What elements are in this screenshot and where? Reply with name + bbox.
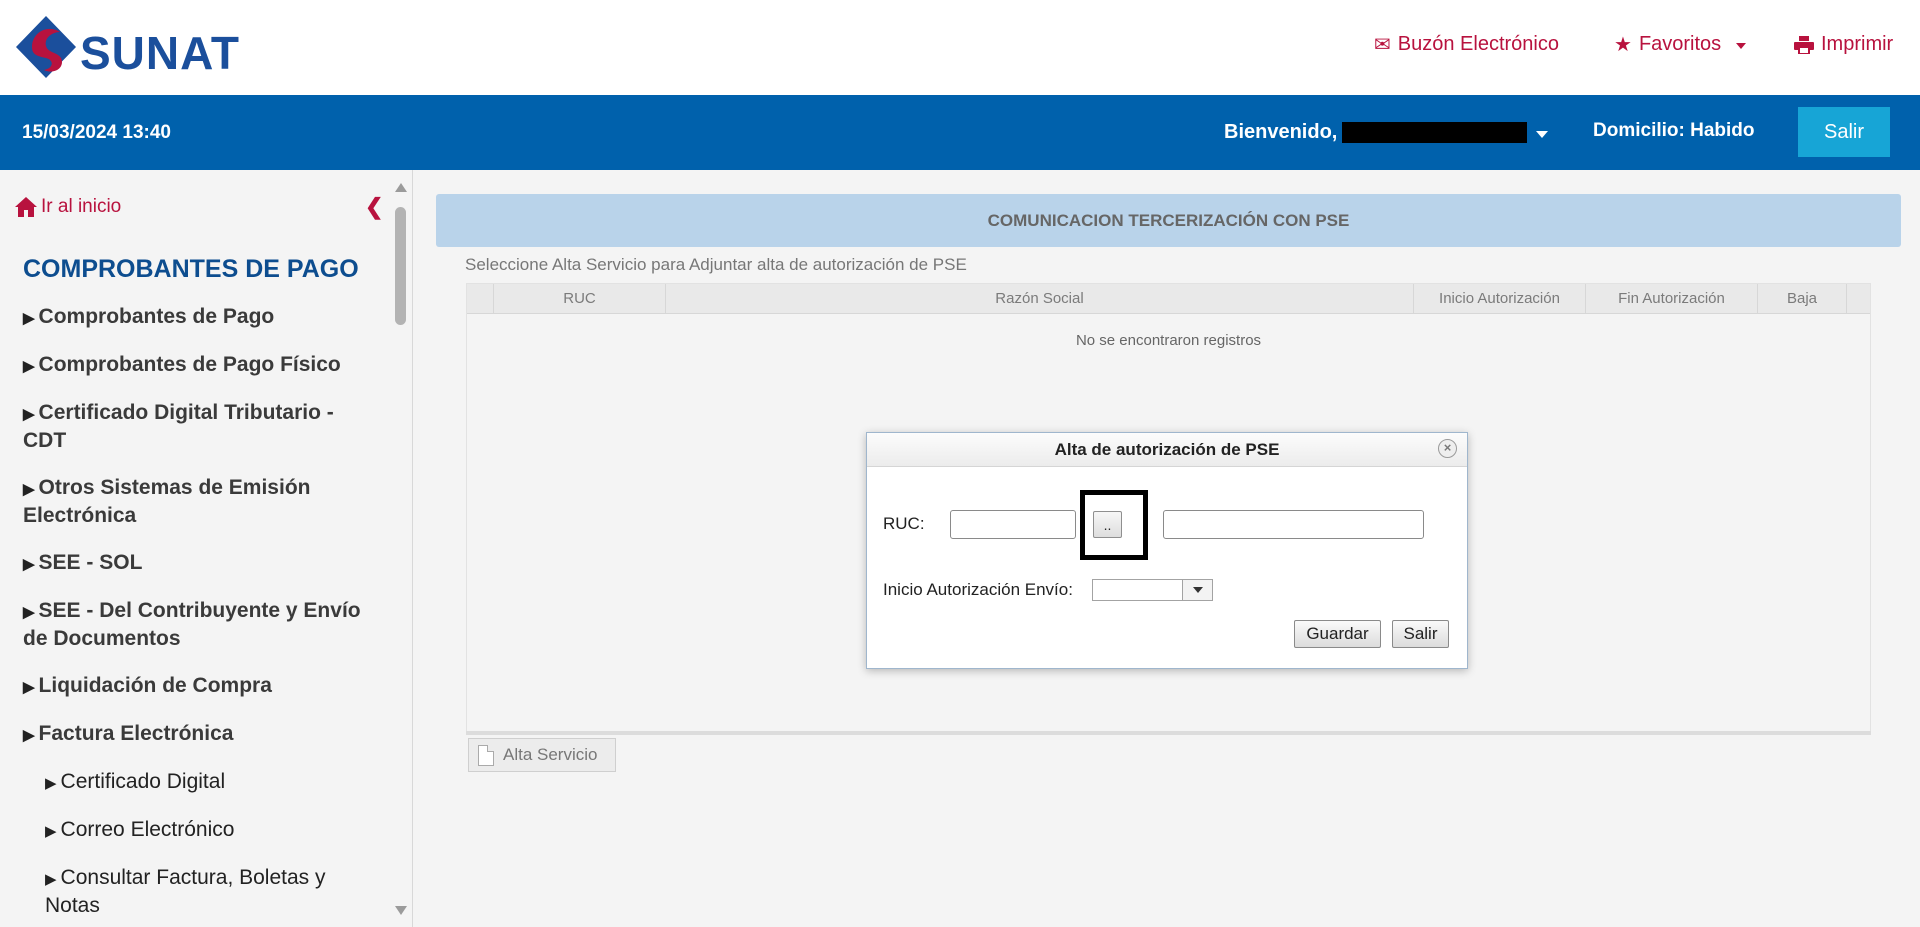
sidebar-item-label: Liquidación de Compra xyxy=(38,674,272,697)
column-header-razon-social[interactable]: Razón Social xyxy=(665,284,1413,314)
triangle-right-icon: ▶ xyxy=(23,481,35,498)
close-icon[interactable]: × xyxy=(1438,439,1457,458)
buzon-label: Buzón Electrónico xyxy=(1397,33,1559,55)
sidebar-item-label: Comprobantes de Pago xyxy=(38,305,275,328)
page-title: COMUNICACION TERCERIZACIÓN CON PSE xyxy=(436,194,1901,247)
sidebar-subitem-label: Certificado Digital xyxy=(60,770,226,793)
sidebar-item-comprobantes-de-pago[interactable]: ▶ Comprobantes de Pago xyxy=(23,304,373,332)
scroll-down-arrow-icon[interactable] xyxy=(395,906,407,915)
home-link[interactable]: Ir al inicio xyxy=(15,196,121,218)
sidebar-subitem-correo-electronico[interactable]: ▶ Correo Electrónico xyxy=(45,817,390,845)
sidebar-scrollbar[interactable] xyxy=(390,170,412,927)
inicio-autorizacion-label: Inicio Autorización Envío: xyxy=(883,580,1073,599)
user-menu-chevron-icon[interactable] xyxy=(1536,131,1548,138)
triangle-right-icon: ▶ xyxy=(45,823,57,840)
sidebar-item-label: Factura Electrónica xyxy=(38,722,234,745)
buzon-electronico-link[interactable]: ✉ Buzón Electrónico xyxy=(1374,33,1559,56)
column-header-baja[interactable]: Baja xyxy=(1757,284,1847,314)
sunat-logo[interactable]: SUNAT xyxy=(14,14,264,80)
sidebar-item-liquidacion-compra[interactable]: ▶ Liquidación de Compra xyxy=(23,673,373,701)
top-header: SUNAT ✉ Buzón Electrónico ★ Favoritos Im… xyxy=(0,0,1920,95)
column-header-fin[interactable]: Fin Autorización xyxy=(1585,284,1757,314)
alta-servicio-label: Alta Servicio xyxy=(503,745,598,764)
triangle-right-icon: ▶ xyxy=(23,358,35,375)
domicilio-status: Domicilio: Habido xyxy=(1593,120,1755,141)
highlight-box xyxy=(1080,490,1148,560)
welcome-label: Bienvenido, xyxy=(1224,121,1338,143)
sunat-logo-icon xyxy=(16,16,76,78)
sidebar-item-label: SEE - SOL xyxy=(38,551,143,574)
sidebar-item-cdt[interactable]: ▶ Certificado Digital Tributario - CDT xyxy=(23,400,373,454)
scroll-up-arrow-icon[interactable] xyxy=(395,183,407,192)
sidebar-subitem-label: Consultar Factura, Boletas y Notas xyxy=(45,866,326,917)
guardar-button[interactable]: Guardar xyxy=(1294,620,1381,648)
sidebar: Ir al inicio ❮ COMPROBANTES DE PAGO ▶ Com… xyxy=(0,170,390,927)
sidebar-subitem-consultar-factura[interactable]: ▶ Consultar Factura, Boletas y Notas xyxy=(45,865,375,919)
alta-servicio-button[interactable]: Alta Servicio xyxy=(468,738,616,772)
favoritos-label: Favoritos xyxy=(1638,33,1722,55)
alta-autorizacion-dialog: Alta de autorización de PSE × RUC: .. In… xyxy=(866,432,1468,669)
column-header-ruc[interactable]: RUC xyxy=(493,284,665,314)
triangle-right-icon: ▶ xyxy=(23,679,35,696)
scroll-thumb[interactable] xyxy=(395,207,406,325)
star-icon: ★ xyxy=(1614,33,1632,56)
instruction-text: Seleccione Alta Servicio para Adjuntar a… xyxy=(465,255,967,274)
printer-icon xyxy=(1794,35,1814,54)
user-bar: 15/03/2024 13:40 Bienvenido, Domicilio: … xyxy=(0,95,1920,170)
user-name-redacted xyxy=(1342,122,1527,143)
table-header: RUC Razón Social Inicio Autorización Fin… xyxy=(467,284,1870,314)
sidebar-divider xyxy=(412,170,413,927)
triangle-right-icon: ▶ xyxy=(23,727,35,744)
ruc-label: RUC: xyxy=(883,514,925,533)
sidebar-item-label: SEE - Del Contribuyente y Envío de Docum… xyxy=(23,599,361,650)
inicio-autorizacion-select[interactable] xyxy=(1092,579,1213,601)
dialog-salir-button[interactable]: Salir xyxy=(1392,620,1449,648)
favoritos-dropdown[interactable]: ★ Favoritos xyxy=(1614,33,1747,56)
sidebar-item-label: Otros Sistemas de Emisión Electrónica xyxy=(23,476,311,527)
triangle-right-icon: ▶ xyxy=(23,310,35,327)
chevron-left-icon[interactable]: ❮ xyxy=(365,194,383,220)
home-label: Ir al inicio xyxy=(41,196,122,217)
sidebar-item-factura-electronica[interactable]: ▶ Factura Electrónica xyxy=(23,721,373,749)
envelope-icon: ✉ xyxy=(1374,33,1391,56)
logo-text: SUNAT xyxy=(80,27,241,79)
sidebar-subitem-label: Correo Electrónico xyxy=(60,818,235,841)
table-footer-bar xyxy=(466,731,1871,735)
sidebar-item-see-sol[interactable]: ▶ SEE - SOL xyxy=(23,550,373,578)
sidebar-item-otros-sistemas[interactable]: ▶ Otros Sistemas de Emisión Electrónica xyxy=(23,475,373,529)
triangle-right-icon: ▶ xyxy=(23,604,35,621)
chevron-down-icon[interactable] xyxy=(1182,580,1212,600)
column-header-inicio[interactable]: Inicio Autorización xyxy=(1413,284,1585,314)
document-icon xyxy=(478,744,494,766)
home-icon xyxy=(15,197,37,217)
imprimir-link[interactable]: Imprimir xyxy=(1794,33,1893,56)
triangle-right-icon: ▶ xyxy=(45,871,57,888)
section-title: COMPROBANTES DE PAGO xyxy=(23,255,359,283)
ruc-input[interactable] xyxy=(950,510,1076,539)
razon-social-input[interactable] xyxy=(1163,510,1424,539)
triangle-right-icon: ▶ xyxy=(45,775,57,792)
sidebar-item-see-contribuyente[interactable]: ▶ SEE - Del Contribuyente y Envío de Docu… xyxy=(23,598,373,652)
imprimir-label: Imprimir xyxy=(1821,33,1894,55)
sidebar-subitem-certificado-digital[interactable]: ▶ Certificado Digital xyxy=(45,769,390,797)
datetime: 15/03/2024 13:40 xyxy=(22,122,171,143)
empty-message: No se encontraron registros xyxy=(1075,332,1262,349)
logout-button[interactable]: Salir xyxy=(1798,107,1890,157)
triangle-right-icon: ▶ xyxy=(23,556,35,573)
chevron-down-icon xyxy=(1736,43,1747,49)
sidebar-item-comprobantes-fisico[interactable]: ▶ Comprobantes de Pago Físico xyxy=(23,352,373,380)
sidebar-item-label: Certificado Digital Tributario - CDT xyxy=(23,401,334,452)
dialog-title: Alta de autorización de PSE xyxy=(867,433,1467,467)
sidebar-item-label: Comprobantes de Pago Físico xyxy=(38,353,341,376)
triangle-right-icon: ▶ xyxy=(23,406,35,423)
